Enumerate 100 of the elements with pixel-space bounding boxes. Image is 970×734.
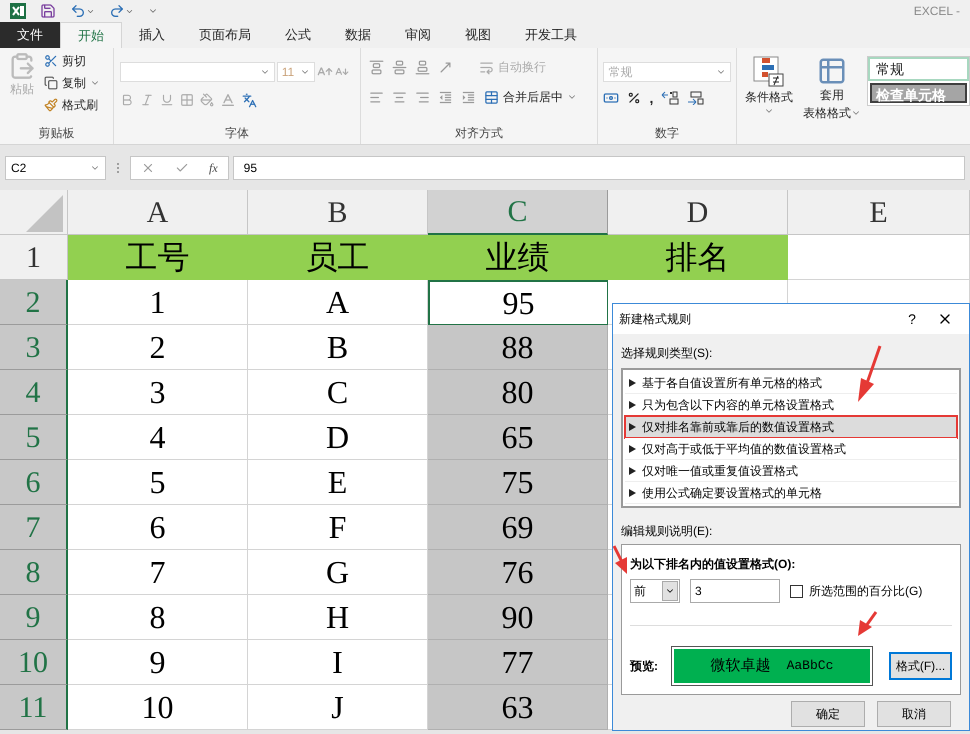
column-header[interactable]: B: [248, 190, 428, 235]
italic-icon[interactable]: [140, 93, 154, 107]
table-cell: 65: [428, 415, 608, 460]
row-header[interactable]: 1: [0, 235, 68, 280]
percent-checkbox[interactable]: 所选范围的百分比(G): [790, 582, 922, 600]
align-right-icon[interactable]: [415, 90, 430, 104]
scissors-icon: [44, 54, 58, 68]
underline-icon[interactable]: [160, 93, 174, 107]
comma-button[interactable]: ,: [649, 91, 654, 105]
table-cell: J: [248, 685, 428, 730]
orientation-icon[interactable]: [438, 60, 453, 74]
font-name-field[interactable]: [120, 62, 275, 82]
table-cell: 5: [68, 460, 248, 505]
font-color-icon[interactable]: [220, 92, 236, 108]
caret-icon: [662, 581, 678, 601]
preview-label: 预览:: [630, 658, 659, 675]
group-label: 数字: [654, 125, 680, 142]
wrap-text-icon: [479, 60, 494, 74]
ribbon-tab[interactable]: 公式: [268, 22, 328, 48]
cancel-button[interactable]: 取消: [877, 701, 951, 727]
column-header[interactable]: E: [788, 190, 970, 235]
triangle-icon: [629, 444, 636, 452]
copy-icon: [44, 76, 58, 90]
save-icon[interactable]: [40, 3, 56, 19]
excel-logo-icon[interactable]: [10, 3, 26, 19]
column-header[interactable]: A: [68, 190, 248, 235]
group-label: 字体: [224, 125, 250, 142]
align-left-icon[interactable]: [369, 90, 384, 104]
table-cell: G: [248, 550, 428, 595]
align-bottom-icon[interactable]: [415, 60, 430, 74]
merge-center-button[interactable]: 合并后居中: [484, 88, 577, 106]
table-cell: 6: [68, 505, 248, 550]
rank-count-field[interactable]: 3: [690, 579, 780, 603]
format-painter-button[interactable]: 格式刷: [44, 96, 100, 114]
table-cell: 3: [68, 370, 248, 415]
increase-decimal-icon[interactable]: [661, 91, 680, 105]
group-label: 剪贴板: [37, 125, 76, 142]
phonetic-icon[interactable]: [242, 92, 257, 108]
triangle-icon: [629, 378, 636, 386]
table-cell: F: [248, 505, 428, 550]
table-cell: C: [248, 370, 428, 415]
cut-button[interactable]: 剪切: [44, 52, 100, 70]
column-header[interactable]: D: [608, 190, 788, 235]
table-cell: 77: [428, 640, 608, 685]
table-cell: E: [248, 460, 428, 505]
rule-type-item[interactable]: 仅对高于或低于平均值的数值设置格式: [625, 438, 957, 460]
dialog-title: 新建格式规则: [619, 311, 692, 328]
table-cell: 75: [428, 460, 608, 505]
format-as-table-button[interactable]: 套用 表格格式: [803, 56, 861, 122]
table-cell: 4: [68, 415, 248, 460]
formula-field[interactable]: 95: [232, 156, 965, 180]
table-cell: B: [248, 325, 428, 370]
align-top-icon[interactable]: [369, 60, 384, 74]
copy-button[interactable]: 复制: [44, 74, 100, 92]
format-button[interactable]: 格式(F)...: [888, 652, 952, 680]
increase-indent-icon[interactable]: [461, 90, 476, 104]
align-middle-icon[interactable]: [392, 60, 407, 74]
section-label: 编辑规则说明(E):: [621, 523, 714, 540]
table-cell: 69: [428, 505, 608, 550]
table-cell: 10: [68, 685, 248, 730]
more-icon: [116, 162, 120, 174]
triangle-icon: [629, 488, 636, 496]
borders-icon[interactable]: [180, 93, 194, 107]
rank-label: 为以下排名内的值设置格式(O):: [630, 556, 796, 573]
ok-button[interactable]: 确定: [791, 701, 865, 727]
insert-function-button[interactable]: fx: [209, 159, 218, 177]
conditional-formatting-button[interactable]: 条件格式: [741, 56, 797, 116]
ribbon-tab[interactable]: 开发工具: [508, 22, 594, 48]
decrease-indent-icon[interactable]: [438, 90, 453, 104]
redo-icon[interactable]: [109, 3, 134, 19]
align-center-icon[interactable]: [392, 90, 407, 104]
table-cell: H: [248, 595, 428, 640]
percent-icon[interactable]: [627, 91, 642, 105]
merge-cells-icon: [484, 90, 499, 104]
name-box[interactable]: C2: [5, 156, 106, 180]
ribbon-tab[interactable]: 视图: [448, 22, 508, 48]
column-header[interactable]: C: [428, 190, 608, 235]
ribbon-tab[interactable]: 数据: [328, 22, 388, 48]
select-all-corner[interactable]: [0, 190, 68, 235]
annotation-arrow: [858, 346, 882, 402]
triangle-icon: [629, 400, 636, 408]
ribbon-tab[interactable]: 页面布局: [182, 22, 268, 48]
undo-icon[interactable]: [70, 3, 95, 19]
direction-dropdown[interactable]: 前: [630, 579, 680, 603]
ribbon-tab[interactable]: 审阅: [388, 22, 448, 48]
cancel-icon[interactable]: [141, 161, 155, 175]
table-cell: 90: [428, 595, 608, 640]
cell-style-normal[interactable]: 常规: [868, 57, 969, 81]
rule-type-item[interactable]: 仅对排名靠前或靠后的数值设置格式: [625, 416, 957, 438]
table-cell: 排名: [608, 235, 788, 280]
ribbon-tab[interactable]: 插入: [122, 22, 182, 48]
table-cell: 9: [68, 640, 248, 685]
decrease-decimal-icon[interactable]: [687, 91, 706, 105]
triangle-icon: [629, 422, 636, 430]
fill-color-icon[interactable]: [200, 93, 214, 107]
help-button[interactable]: ?: [897, 308, 927, 330]
ribbon-tab[interactable]: 文件: [0, 22, 60, 48]
ribbon-tab[interactable]: 开始: [60, 22, 122, 48]
table-cell: 80: [428, 370, 608, 415]
table-cell: D: [248, 415, 428, 460]
